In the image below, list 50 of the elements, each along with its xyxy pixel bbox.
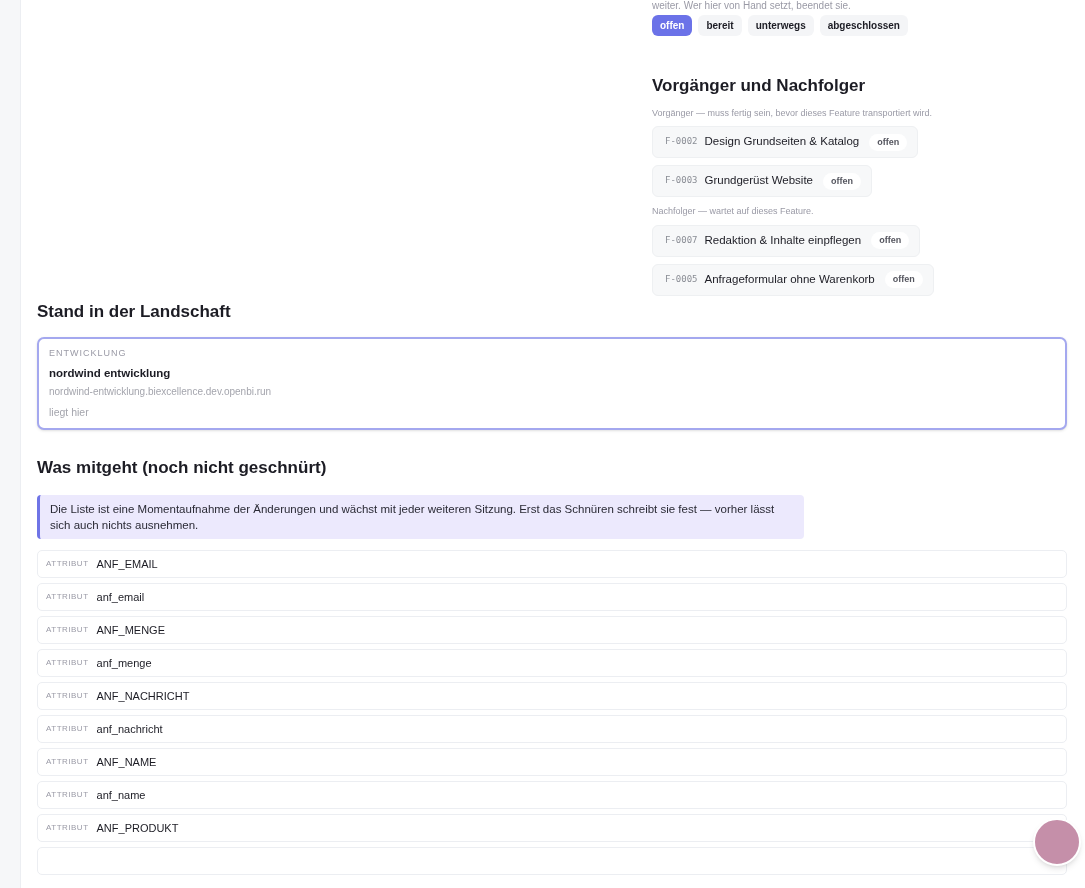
group-caption: Vorgänger — muss fertig sein, bevor dieses Feature transportiert wird. [652, 106, 934, 120]
environment-host: nordwind-entwicklung.biexcellence.dev.openbi.run [49, 384, 273, 399]
row-name: anf_email [96, 589, 145, 605]
feature-id: F-0003 [665, 174, 698, 188]
feature-name: Redaktion & Inhalte einpflegen [704, 232, 862, 248]
dependency-item[interactable]: F-0003 Grundgerüst Website offen [652, 165, 872, 197]
section-heading: Was mitgeht (noch nicht geschnürt) [37, 456, 328, 479]
row-type: ATTRIBUT [46, 657, 89, 669]
section-heading: Vorgänger und Nachfolger [652, 75, 867, 97]
feature-name: Grundgerüst Website [704, 173, 813, 189]
status-option[interactable]: bereit [698, 15, 742, 36]
row-type: ATTRIBUT [46, 723, 89, 735]
status-option[interactable]: offen [652, 15, 693, 36]
status-badge: offen [884, 271, 923, 288]
row-name: anf_name [96, 787, 146, 803]
environment-note: liegt hier [49, 404, 90, 420]
row-type: ATTRIBUT [46, 756, 89, 768]
row-type: ATTRIBUT [46, 558, 89, 570]
status-badge: offen [822, 172, 861, 190]
row-name: ANF_NACHRICHT [96, 688, 190, 704]
feature-id: F-0007 [665, 233, 698, 247]
row-type: ATTRIBUT [46, 789, 89, 801]
feature-id: F-0002 [665, 135, 698, 149]
dependency-item[interactable]: F-0002 Design Grundseiten & Katalog offen [652, 126, 919, 158]
row-type: ATTRIBUT [46, 624, 89, 636]
feature-name: Design Grundseiten & Katalog [704, 134, 860, 150]
section-heading: Stand in der Landschaft [37, 300, 232, 323]
dependency-item[interactable]: F-0005 Anfrageformular ohne Warenkorb offen [652, 263, 934, 296]
row-name: ANF_PRODUKT [96, 820, 179, 836]
row-name: ANF_MENGE [96, 622, 165, 638]
status-badge: offen [871, 232, 910, 249]
status-hint: weiter. Wer hier von Hand setzt, beendet sie. [652, 0, 852, 12]
status-option[interactable]: abgeschlossen [819, 15, 908, 36]
row-name: ANF_NAME [96, 754, 157, 770]
group-caption: Nachfolger — wartet auf dieses Feature. [652, 205, 815, 218]
row-type: ATTRIBUT [46, 690, 89, 702]
status-badge: offen [869, 133, 908, 151]
row-type: ATTRIBUT [46, 591, 89, 603]
environment-name: nordwind entwicklung [49, 365, 172, 381]
info-notice: Die Liste ist eine Momentaufnahme der Änderungen und wächst mit jeder weiteren Sitzung. Erst das Schnüren schreibt sie fest — vorher lässt sich auch nichts ausnehmen. [37, 495, 804, 539]
row-name: anf_nachricht [96, 721, 163, 737]
row-name: ANF_EMAIL [96, 556, 158, 572]
feature-name: Anfrageformular ohne Warenkorb [704, 271, 875, 287]
dependency-item[interactable]: F-0007 Redaktion & Inhalte einpflegen offen [652, 224, 921, 257]
feature-id: F-0005 [665, 272, 698, 286]
row-type: ATTRIBUT [46, 822, 89, 834]
row-name: anf_menge [96, 655, 152, 671]
status-option[interactable]: unterwegs [747, 15, 814, 36]
avatar[interactable] [1033, 818, 1081, 866]
environment-label: ENTWICKLUNG [49, 347, 128, 360]
